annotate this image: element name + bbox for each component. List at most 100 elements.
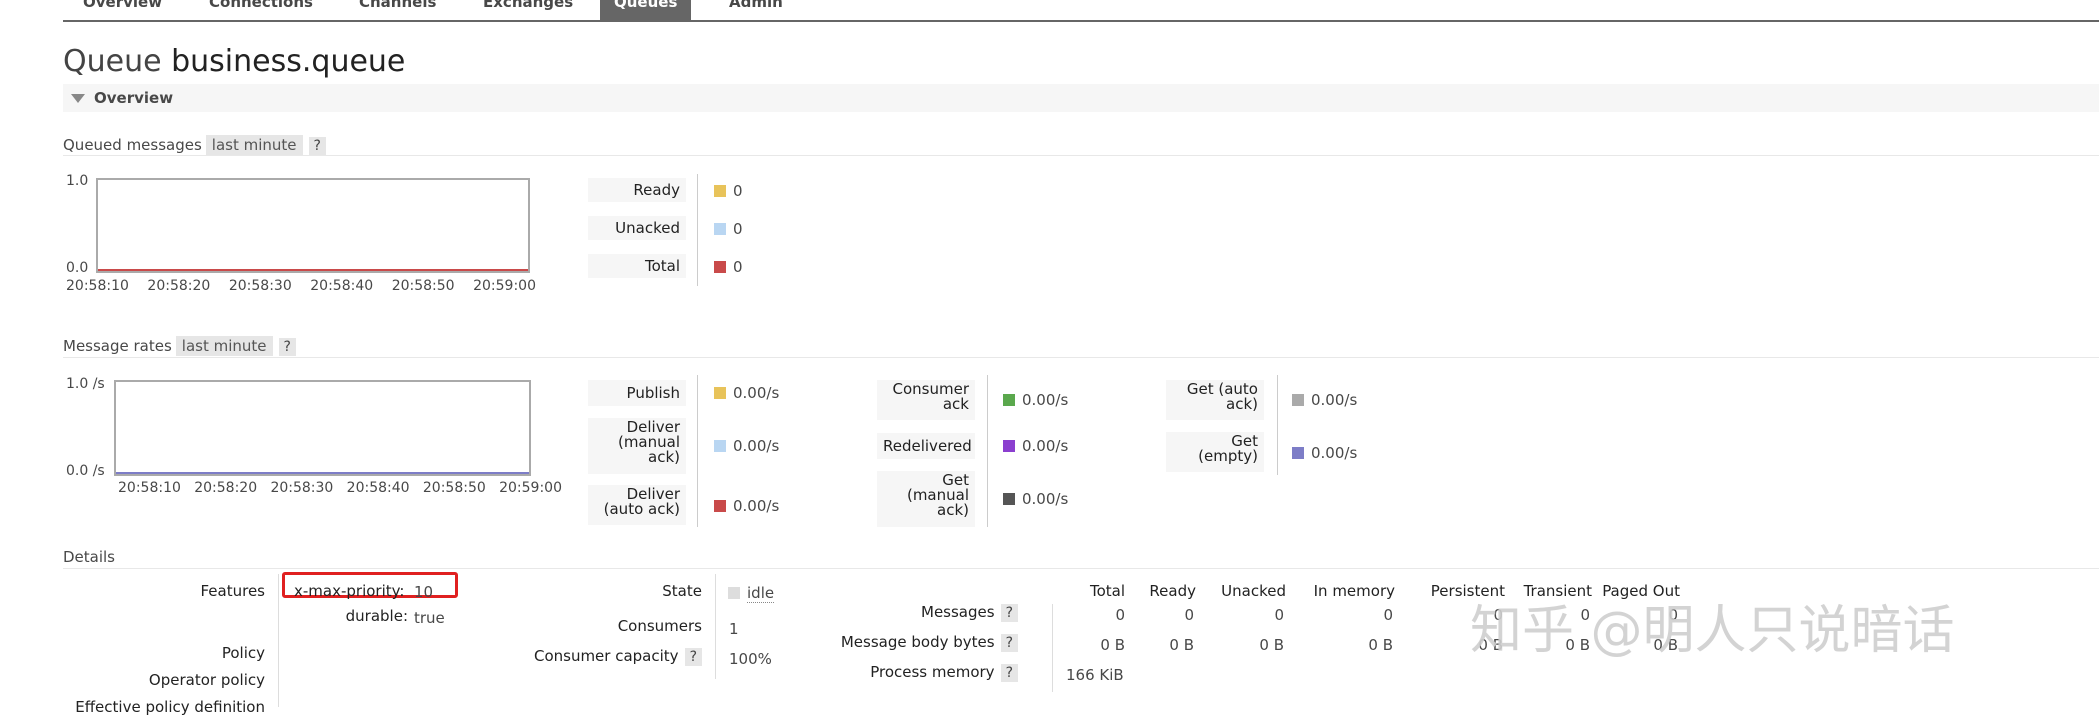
- legend-separator: [987, 375, 988, 527]
- get-manual-value: 0.00/s: [1022, 490, 1069, 508]
- legend-separator: [1277, 375, 1278, 475]
- tab-exchanges[interactable]: Exchanges: [483, 0, 573, 20]
- x-tick: 20:58:10: [118, 480, 181, 496]
- top-nav: Overview Connections Channels Exchanges …: [63, 0, 2099, 22]
- messages-in-memory: 0: [1383, 606, 1393, 624]
- y-axis-max: 1.0: [66, 173, 89, 189]
- state-label: State: [662, 582, 702, 600]
- details-separator: [715, 574, 716, 679]
- get-manual-swatch: [1003, 493, 1015, 505]
- help-icon[interactable]: ?: [278, 338, 296, 356]
- tab-queues[interactable]: Queues: [600, 0, 692, 20]
- col-unacked-header: Unacked: [1221, 582, 1286, 600]
- process-memory-row-label: Process memory?: [860, 663, 1018, 682]
- message-rates-title: Message rates: [63, 337, 172, 355]
- feature-durable-value: true: [414, 609, 445, 627]
- legend-separator: [697, 174, 698, 286]
- tab-channels[interactable]: Channels: [359, 0, 436, 20]
- watermark: 知乎 @明人只说暗话: [1470, 601, 1955, 661]
- consumers-value: 1: [729, 620, 739, 638]
- feature-max-priority-value: 10: [414, 583, 434, 601]
- legend-total-label: Total: [588, 254, 686, 278]
- x-axis-ticks: 20:58:10 20:58:20 20:58:30 20:58:40 20:5…: [118, 480, 562, 496]
- help-icon[interactable]: ?: [684, 648, 702, 666]
- get-empty-value: 0.00/s: [1311, 444, 1358, 462]
- legend-deliver-manual-label: Deliver (manual ack): [588, 418, 686, 474]
- messages-row-label: Messages?: [880, 603, 1018, 622]
- messages-unacked: 0: [1274, 606, 1284, 624]
- deliver-auto-value: 0.00/s: [733, 497, 780, 515]
- legend-unacked-label: Unacked: [588, 216, 686, 240]
- queue-name: business.queue: [171, 44, 406, 79]
- process-memory-label: Process memory: [870, 663, 995, 681]
- total-value: 0: [733, 258, 743, 276]
- messages-total: 0: [1115, 606, 1125, 624]
- bytes-row-label: Message body bytes?: [840, 633, 1018, 652]
- help-icon[interactable]: ?: [1000, 664, 1018, 682]
- consumer-ack-swatch: [1003, 394, 1015, 406]
- deliver-manual-swatch: [714, 440, 726, 452]
- message-rates-chart: [114, 380, 531, 476]
- legend-get-manual-label: Get (manual ack): [877, 471, 975, 527]
- overview-section-label[interactable]: Overview: [94, 89, 173, 107]
- tab-admin[interactable]: Admin: [729, 0, 783, 20]
- x-tick: 20:58:30: [270, 480, 334, 496]
- operator-policy-label: Operator policy: [148, 671, 265, 689]
- legend-get-auto-label: Get (auto ack): [1166, 380, 1264, 420]
- details-title: Details: [63, 548, 116, 566]
- x-tick: 20:58:30: [228, 278, 292, 294]
- help-icon[interactable]: ?: [1000, 604, 1018, 622]
- legend-get-empty-label: Get (empty): [1166, 432, 1264, 472]
- queued-messages-chart: [96, 178, 530, 273]
- legend-redelivered-label: Redelivered: [877, 433, 975, 459]
- bytes-ready: 0 B: [1169, 636, 1194, 654]
- help-icon[interactable]: ?: [1000, 634, 1018, 652]
- policy-label: Policy: [221, 644, 265, 662]
- section-divider: [63, 155, 2099, 156]
- x-tick: 20:58:10: [66, 278, 129, 294]
- unacked-value: 0: [733, 220, 743, 238]
- y-axis-max: 1.0 /s: [66, 376, 105, 392]
- consumer-capacity-label: Consumer capacity?: [500, 647, 702, 666]
- ready-swatch: [714, 185, 726, 197]
- message-body-bytes-label: Message body bytes: [840, 633, 995, 651]
- collapse-triangle-icon[interactable]: [71, 94, 85, 103]
- col-total-header: Total: [1089, 582, 1125, 600]
- consumer-capacity-value: 100%: [729, 650, 772, 668]
- deliver-auto-swatch: [714, 500, 726, 512]
- get-auto-value: 0.00/s: [1311, 391, 1358, 409]
- queued-messages-title: Queued messages: [63, 136, 202, 154]
- col-in-memory-header: In memory: [1313, 582, 1395, 600]
- consumer-capacity-text: Consumer capacity: [533, 647, 679, 665]
- messages-ready: 0: [1184, 606, 1194, 624]
- legend-ready-label: Ready: [588, 178, 686, 202]
- feature-durable-key: durable:: [345, 607, 408, 625]
- process-memory-value: 166 KiB: [1066, 666, 1124, 684]
- tab-overview[interactable]: Overview: [83, 0, 162, 20]
- tab-connections[interactable]: Connections: [209, 0, 313, 20]
- x-tick: 20:58:40: [346, 480, 410, 496]
- state-value: idle: [747, 584, 775, 603]
- overview-section-bar[interactable]: [63, 84, 2099, 112]
- help-icon[interactable]: ?: [308, 137, 326, 155]
- get-empty-swatch: [1292, 447, 1304, 459]
- x-tick: 20:58:50: [422, 480, 486, 496]
- get-auto-swatch: [1292, 394, 1304, 406]
- details-separator: [1052, 604, 1053, 692]
- unacked-swatch: [714, 223, 726, 235]
- ready-value: 0: [733, 182, 743, 200]
- range-selector[interactable]: last minute: [175, 336, 273, 356]
- y-axis-min: 0.0: [66, 260, 89, 276]
- section-divider: [63, 568, 2099, 569]
- queued-messages-header: Queued messages last minute?: [63, 135, 326, 155]
- bytes-in-memory: 0 B: [1368, 636, 1393, 654]
- section-divider: [63, 357, 2099, 358]
- range-selector[interactable]: last minute: [205, 135, 303, 155]
- legend-deliver-auto-label: Deliver (auto ack): [588, 485, 686, 525]
- x-axis-ticks: 20:58:10 20:58:20 20:58:30 20:58:40 20:5…: [66, 278, 536, 294]
- deliver-manual-value: 0.00/s: [733, 437, 780, 455]
- total-swatch: [714, 261, 726, 273]
- x-tick: 20:59:00: [473, 278, 536, 294]
- redelivered-swatch: [1003, 440, 1015, 452]
- feature-max-priority-key: x-max-priority:: [294, 582, 405, 600]
